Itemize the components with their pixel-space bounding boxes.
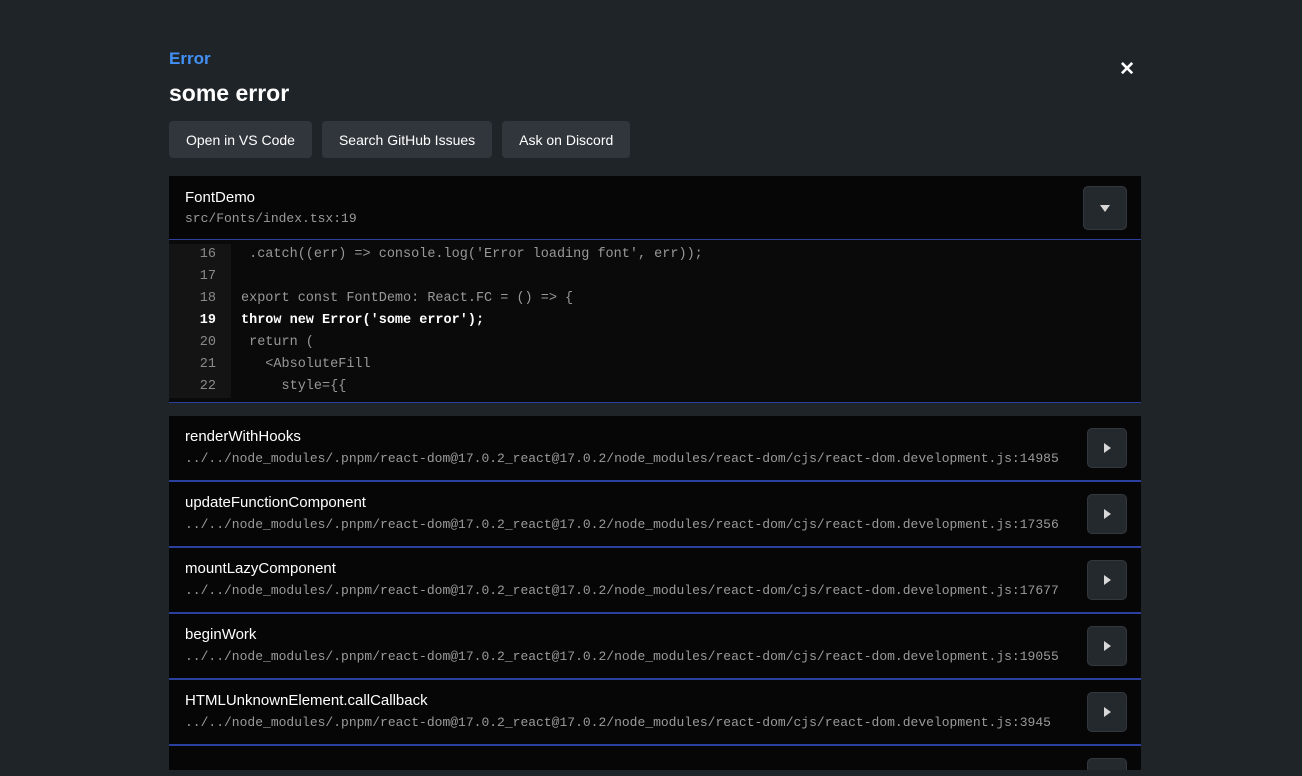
stack-frame-location: ../../node_modules/.pnpm/react-dom@17.0.… <box>185 583 1125 598</box>
source-frame-card: FontDemo src/Fonts/index.tsx:19 16 .catc… <box>169 176 1141 403</box>
line-text: style={{ <box>231 376 346 398</box>
line-number: 18 <box>169 288 231 310</box>
code-line: 20 return ( <box>169 332 1141 354</box>
triangle-right-icon <box>1100 573 1114 587</box>
line-text: export const FontDemo: React.FC = () => … <box>231 288 573 310</box>
stack-frame-location: ../../node_modules/.pnpm/react-dom@17.0.… <box>185 649 1125 664</box>
code-line-highlighted: 19 throw new Error('some error'); <box>169 310 1141 332</box>
line-number: 16 <box>169 244 231 266</box>
stack-frame-row-partial <box>169 746 1141 770</box>
line-number: 21 <box>169 354 231 376</box>
code-line: 22 style={{ <box>169 376 1141 398</box>
line-text: .catch((err) => console.log('Error loadi… <box>231 244 703 266</box>
code-line: 21 <AbsoluteFill <box>169 354 1141 376</box>
line-text: throw new Error('some error'); <box>231 310 484 332</box>
stack-frame-name: beginWork <box>185 626 1125 643</box>
code-line: 16 .catch((err) => console.log('Error lo… <box>169 244 1141 266</box>
close-icon: ✕ <box>1119 59 1135 80</box>
stack-frame-row: beginWork ../../node_modules/.pnpm/react… <box>169 614 1141 680</box>
source-frame-location: src/Fonts/index.tsx:19 <box>185 211 1125 226</box>
error-overlay: ✕ Error some error Open in VS Code Searc… <box>169 0 1141 770</box>
stack-frame-name: renderWithHooks <box>185 428 1125 445</box>
expand-stack-frame-button[interactable] <box>1087 626 1127 666</box>
source-frame-name: FontDemo <box>185 189 1125 206</box>
line-number: 17 <box>169 266 231 288</box>
code-snippet: 16 .catch((err) => console.log('Error lo… <box>169 240 1141 403</box>
triangle-right-icon <box>1100 639 1114 653</box>
expand-stack-frame-button[interactable] <box>1087 560 1127 600</box>
search-github-issues-button[interactable]: Search GitHub Issues <box>322 121 492 158</box>
stack-frame-name: mountLazyComponent <box>185 560 1125 577</box>
stack-frame-location: ../../node_modules/.pnpm/react-dom@17.0.… <box>185 715 1125 730</box>
expand-stack-frame-button[interactable] <box>1087 494 1127 534</box>
ask-on-discord-button[interactable]: Ask on Discord <box>502 121 630 158</box>
stack-frame-row: renderWithHooks ../../node_modules/.pnpm… <box>169 416 1141 482</box>
stack-frames-list: renderWithHooks ../../node_modules/.pnpm… <box>169 416 1141 770</box>
error-message-title: some error <box>169 80 1141 107</box>
action-buttons-row: Open in VS Code Search GitHub Issues Ask… <box>169 121 1141 158</box>
stack-frame-location: ../../node_modules/.pnpm/react-dom@17.0.… <box>185 517 1125 532</box>
open-in-vscode-button[interactable]: Open in VS Code <box>169 121 312 158</box>
line-number: 20 <box>169 332 231 354</box>
close-button[interactable]: ✕ <box>1119 60 1135 79</box>
code-line: 18 export const FontDemo: React.FC = () … <box>169 288 1141 310</box>
chevron-down-icon <box>1098 201 1112 215</box>
stack-frame-row: HTMLUnknownElement.callCallback ../../no… <box>169 680 1141 746</box>
triangle-right-icon <box>1100 441 1114 455</box>
line-text: <AbsoluteFill <box>231 354 371 376</box>
expand-stack-frame-button[interactable] <box>1087 428 1127 468</box>
code-line: 17 <box>169 266 1141 288</box>
line-text: return ( <box>231 332 314 354</box>
source-frame-header: FontDemo src/Fonts/index.tsx:19 <box>169 176 1141 240</box>
stack-frame-name: updateFunctionComponent <box>185 494 1125 511</box>
stack-frame-location: ../../node_modules/.pnpm/react-dom@17.0.… <box>185 451 1125 466</box>
line-number: 19 <box>169 310 231 332</box>
expand-stack-frame-button[interactable] <box>1087 758 1127 770</box>
expand-stack-frame-button[interactable] <box>1087 692 1127 732</box>
stack-frame-row: updateFunctionComponent ../../node_modul… <box>169 482 1141 548</box>
collapse-source-button[interactable] <box>1083 186 1127 230</box>
stack-frame-name: HTMLUnknownElement.callCallback <box>185 692 1125 709</box>
stack-frame-row: mountLazyComponent ../../node_modules/.p… <box>169 548 1141 614</box>
error-kicker: Error <box>169 48 1141 70</box>
triangle-right-icon <box>1100 705 1114 719</box>
line-number: 22 <box>169 376 231 398</box>
triangle-right-icon <box>1100 507 1114 521</box>
line-text <box>231 266 241 288</box>
